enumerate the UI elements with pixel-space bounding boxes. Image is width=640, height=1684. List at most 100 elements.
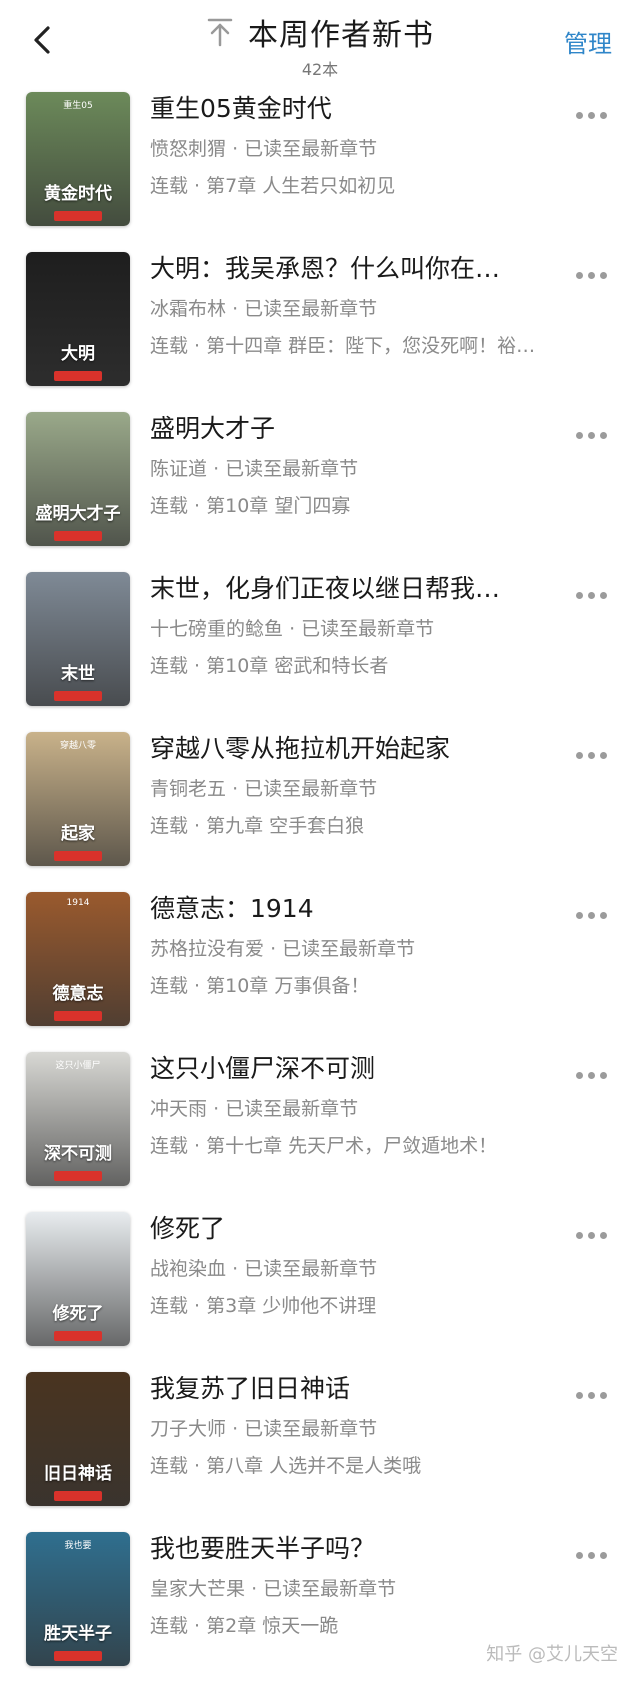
book-author: 冰霜布林: [150, 298, 227, 320]
book-cover[interactable]: 1914 德意志: [26, 892, 130, 1026]
read-status: 已读至最新章节: [263, 1578, 397, 1600]
book-meta: 陈证道 · 已读至最新章节: [150, 454, 550, 481]
more-options-button[interactable]: [576, 424, 616, 439]
cover-title-text: 起家: [61, 824, 95, 844]
book-cover[interactable]: 我也要 胜天半子: [26, 1532, 130, 1666]
page-title: 本周作者新书: [248, 18, 434, 53]
book-list: 重生05 黄金时代 重生05黄金时代 愤怒刺猬 · 已读至最新章节 连载 · 第…: [0, 82, 640, 1682]
book-meta: 冲天雨 · 已读至最新章节: [150, 1094, 550, 1121]
list-item[interactable]: 穿越八零 起家 穿越八零从拖拉机开始起家 青铜老五 · 已读至最新章节 连载 ·…: [0, 722, 640, 882]
book-cover[interactable]: 这只小僵尸 深不可测: [26, 1052, 130, 1186]
list-item[interactable]: 重生05 黄金时代 重生05黄金时代 愤怒刺猬 · 已读至最新章节 连载 · 第…: [0, 82, 640, 242]
meta-separator: ·: [270, 938, 283, 960]
book-title: 我复苏了旧日神话: [150, 1374, 351, 1403]
book-author: 陈证道: [150, 458, 208, 480]
dot-icon: [600, 912, 607, 919]
list-item[interactable]: 末世 末世，化身们正夜以继日帮我… 十七磅重的鲶鱼 · 已读至最新章节 连载 ·…: [0, 562, 640, 722]
book-info: 我也要胜天半子吗？ 皇家大芒果 · 已读至最新章节 连载 · 第2章 惊天一跪: [150, 1532, 550, 1638]
dot-icon: [600, 112, 607, 119]
meta-separator: ·: [232, 298, 245, 320]
more-options-button[interactable]: [576, 264, 616, 279]
publisher-logo: [54, 1491, 102, 1501]
dot-icon: [600, 432, 607, 439]
dot-icon: [576, 432, 583, 439]
book-cover[interactable]: 大明: [26, 252, 130, 386]
read-status: 已读至最新章节: [244, 138, 378, 160]
more-options-button[interactable]: [576, 744, 616, 759]
read-status: 已读至最新章节: [244, 778, 378, 800]
publisher-logo: [54, 1331, 102, 1341]
more-options-button[interactable]: [576, 104, 616, 119]
pin-to-top-icon[interactable]: [206, 17, 234, 47]
dot-icon: [576, 1392, 583, 1399]
dot-icon: [588, 752, 595, 759]
book-info: 盛明大才子 陈证道 · 已读至最新章节 连载 · 第10章 望门四寡: [150, 412, 550, 518]
cover-title-text: 末世: [61, 664, 95, 684]
book-info: 穿越八零从拖拉机开始起家 青铜老五 · 已读至最新章节 连载 · 第九章 空手套…: [150, 732, 550, 838]
book-title: 末世，化身们正夜以继日帮我…: [150, 574, 501, 603]
dot-icon: [600, 1552, 607, 1559]
dot-icon: [588, 112, 595, 119]
book-cover[interactable]: 末世: [26, 572, 130, 706]
more-options-button[interactable]: [576, 584, 616, 599]
cover-title-text: 修死了: [52, 1304, 104, 1324]
book-meta: 苏格拉没有爱 · 已读至最新章节: [150, 934, 550, 961]
book-meta: 十七磅重的鲶鱼 · 已读至最新章节: [150, 614, 550, 641]
book-title: 穿越八零从拖拉机开始起家: [150, 734, 451, 763]
book-cover[interactable]: 修死了: [26, 1212, 130, 1346]
latest-chapter: 连载 · 第3章 少帅他不讲理: [150, 1295, 377, 1317]
book-info: 重生05黄金时代 愤怒刺猬 · 已读至最新章节 连载 · 第7章 人生若只如初见: [150, 92, 550, 198]
dot-icon: [588, 432, 595, 439]
cover-title-text: 德意志: [52, 984, 104, 1004]
list-item[interactable]: 盛明大才子 盛明大才子 陈证道 · 已读至最新章节 连载 · 第10章 望门四寡: [0, 402, 640, 562]
publisher-logo: [54, 1011, 102, 1021]
book-cover[interactable]: 盛明大才子: [26, 412, 130, 546]
read-status: 已读至最新章节: [244, 298, 378, 320]
meta-separator: ·: [232, 138, 245, 160]
meta-separator: ·: [289, 618, 302, 640]
more-options-button[interactable]: [576, 904, 616, 919]
more-options-button[interactable]: [576, 1224, 616, 1239]
latest-chapter: 连载 · 第10章 密武和特长者: [150, 655, 389, 677]
list-item[interactable]: 这只小僵尸 深不可测 这只小僵尸深不可测 冲天雨 · 已读至最新章节 连载 · …: [0, 1042, 640, 1202]
book-author: 青铜老五: [150, 778, 227, 800]
book-info: 德意志：1914 苏格拉没有爱 · 已读至最新章节 连载 · 第10章 万事俱备…: [150, 892, 550, 998]
more-options-button[interactable]: [576, 1544, 616, 1559]
book-info: 修死了 战袍染血 · 已读至最新章节 连载 · 第3章 少帅他不讲理: [150, 1212, 550, 1318]
book-title: 我也要胜天半子吗？: [150, 1534, 376, 1563]
read-status: 已读至最新章节: [301, 618, 435, 640]
meta-separator: ·: [213, 1098, 226, 1120]
book-cover[interactable]: 旧日神话: [26, 1372, 130, 1506]
meta-separator: ·: [251, 1578, 264, 1600]
manage-button[interactable]: 管理: [564, 24, 612, 59]
more-options-button[interactable]: [576, 1384, 616, 1399]
latest-chapter: 连载 · 第十七章 先天尸术，尸敛遁地术！: [150, 1135, 498, 1157]
list-item[interactable]: 大明 大明：我吴承恩？什么叫你在… 冰霜布林 · 已读至最新章节 连载 · 第十…: [0, 242, 640, 402]
read-status: 已读至最新章节: [282, 938, 416, 960]
latest-chapter: 连载 · 第10章 万事俱备！: [150, 975, 370, 997]
book-cover[interactable]: 重生05 黄金时代: [26, 92, 130, 226]
book-cover[interactable]: 穿越八零 起家: [26, 732, 130, 866]
book-author: 战袍染血: [150, 1258, 227, 1280]
publisher-logo: [54, 691, 102, 701]
book-author: 刀子大师: [150, 1418, 227, 1440]
list-item[interactable]: 修死了 修死了 战袍染血 · 已读至最新章节 连载 · 第3章 少帅他不讲理: [0, 1202, 640, 1362]
list-item[interactable]: 1914 德意志 德意志：1914 苏格拉没有爱 · 已读至最新章节 连载 · …: [0, 882, 640, 1042]
dot-icon: [588, 1232, 595, 1239]
read-status: 已读至最新章节: [225, 1098, 359, 1120]
book-title: 重生05黄金时代: [150, 94, 332, 123]
list-item[interactable]: 旧日神话 我复苏了旧日神话 刀子大师 · 已读至最新章节 连载 · 第八章 人选…: [0, 1362, 640, 1522]
dot-icon: [600, 1072, 607, 1079]
dot-icon: [588, 592, 595, 599]
more-options-button[interactable]: [576, 1064, 616, 1079]
dot-icon: [576, 752, 583, 759]
cover-title-text: 胜天半子: [44, 1624, 112, 1644]
book-author: 皇家大芒果: [150, 1578, 246, 1600]
cover-top-text: 重生05: [63, 101, 93, 111]
meta-separator: ·: [232, 778, 245, 800]
book-meta: 青铜老五 · 已读至最新章节: [150, 774, 550, 801]
book-title: 修死了: [150, 1214, 226, 1243]
publisher-logo: [54, 1651, 102, 1661]
watermark: 知乎 @艾儿天空: [486, 1644, 618, 1665]
meta-separator: ·: [232, 1258, 245, 1280]
